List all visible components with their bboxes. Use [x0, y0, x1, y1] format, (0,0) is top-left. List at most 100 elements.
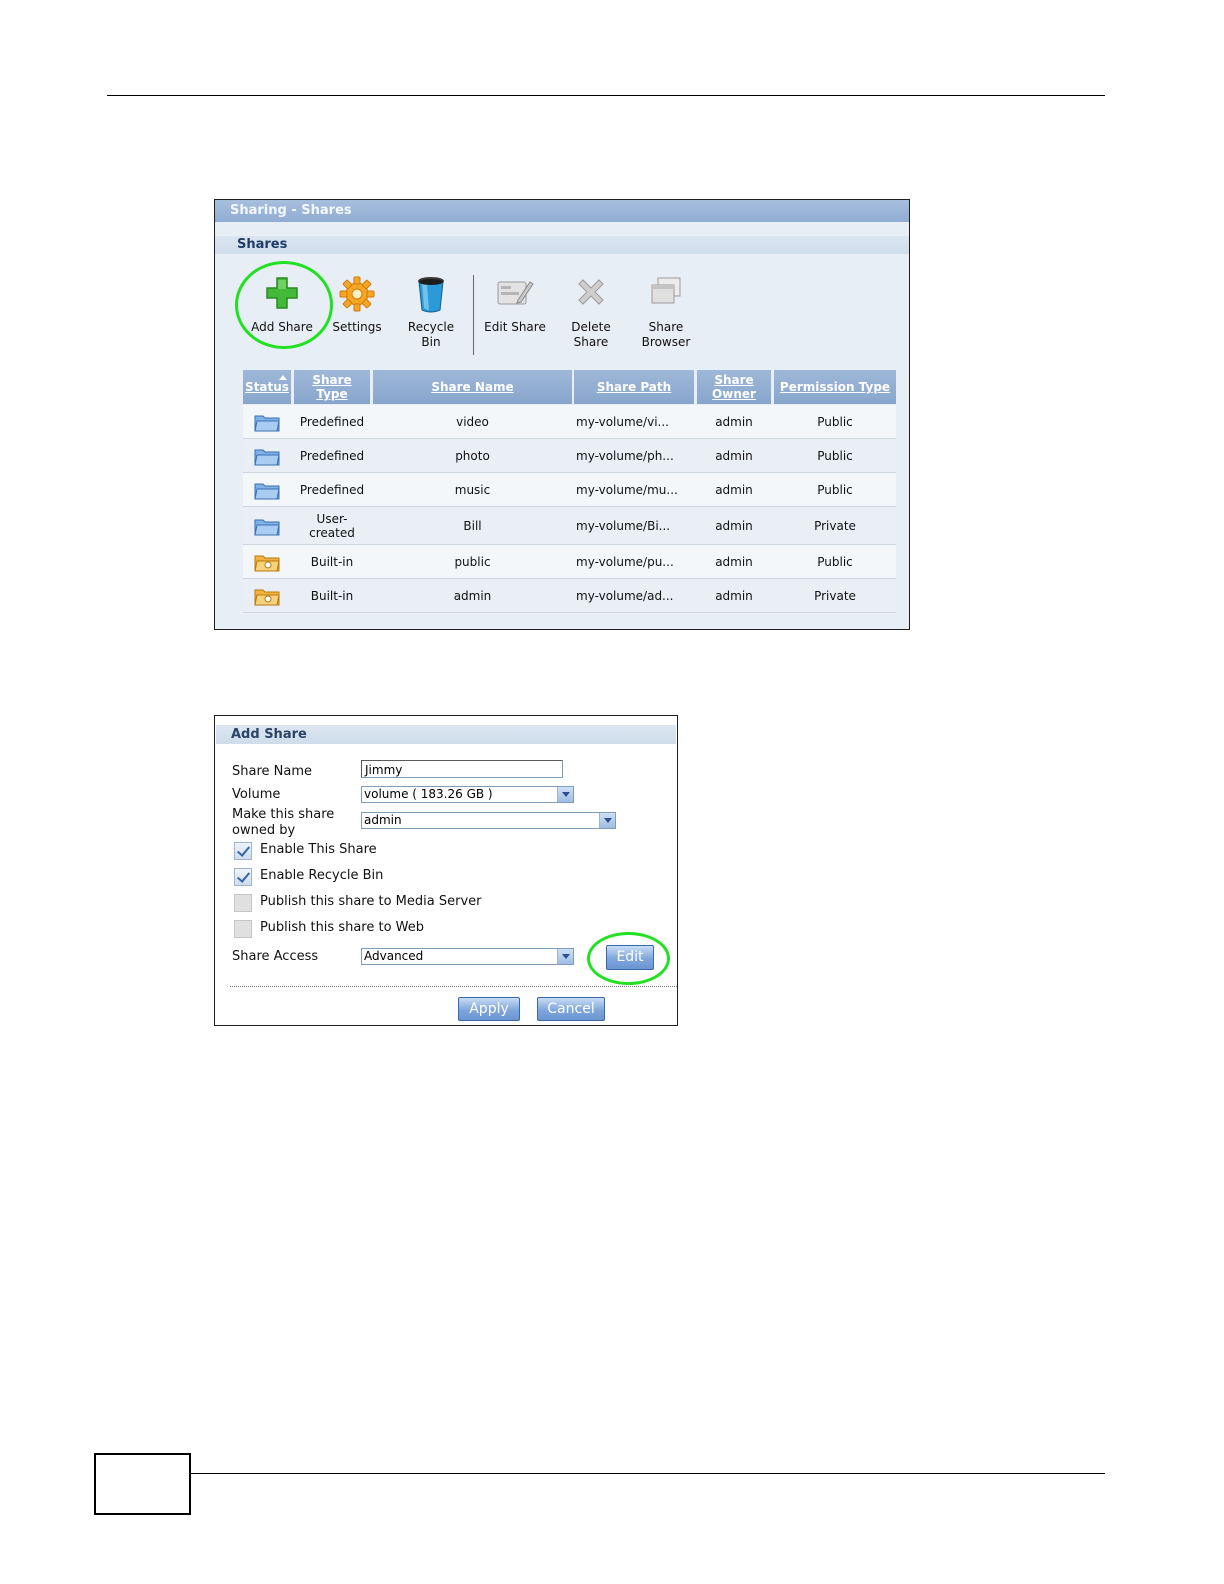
share-name-cell: public — [454, 554, 491, 569]
share-name-input[interactable]: Jimmy — [361, 760, 563, 778]
page-number-box — [94, 1453, 191, 1515]
sort-ascending-icon — [279, 375, 287, 380]
share-path-cell: my-volume/pu... — [576, 554, 674, 569]
share-name-cell: Bill — [463, 518, 482, 533]
publish-web-checkbox[interactable] — [234, 920, 252, 938]
share-path-cell: my-volume/ph... — [576, 448, 674, 463]
volume-select-value: volume ( 183.26 GB ) — [364, 787, 493, 801]
chevron-down-icon[interactable] — [557, 949, 573, 964]
add-share-title-bar: Add Share — [216, 725, 676, 744]
shares-title-bar: Sharing - Shares — [215, 200, 909, 222]
table-row[interactable]: User- created Bill my-volume/Bi... admin… — [243, 507, 896, 545]
column-header-share-path[interactable]: Share Path — [574, 370, 694, 404]
share-owner-cell: admin — [715, 588, 753, 603]
gear-icon — [339, 276, 375, 312]
share-path-cell: my-volume/mu... — [576, 482, 678, 497]
share-type-cell: Predefined — [299, 448, 365, 463]
share-type-cell: Built-in — [310, 588, 354, 603]
chevron-down-icon[interactable] — [599, 813, 615, 828]
column-header-share-name[interactable]: Share Name — [373, 370, 572, 404]
toolbar-separator — [473, 275, 474, 355]
share-type-line1: User- — [316, 511, 348, 526]
share-name-label: Share Name — [232, 764, 312, 779]
owner-select[interactable]: admin — [361, 812, 616, 829]
apply-button[interactable]: Apply — [458, 997, 520, 1021]
share-owner-cell: admin — [715, 482, 753, 497]
column-header-share-path-label: Share Path — [596, 380, 672, 394]
share-owner-cell: admin — [715, 414, 753, 429]
delete-icon — [578, 279, 604, 305]
settings-label: Settings — [332, 320, 382, 334]
add-share-highlight-ring — [235, 261, 333, 349]
share-name-cell: video — [456, 414, 489, 429]
share-type-cell: Built-in — [310, 554, 354, 569]
enable-recycle-checkbox[interactable] — [234, 868, 252, 886]
volume-select[interactable]: volume ( 183.26 GB ) — [361, 786, 574, 803]
folder-share-icon — [254, 483, 280, 499]
permission-cell: Public — [817, 448, 853, 463]
column-header-share-type[interactable]: Share Type — [294, 370, 370, 404]
form-divider — [230, 986, 677, 987]
enable-share-label: Enable This Share — [260, 842, 377, 857]
edit-share-button[interactable]: Edit Share — [479, 276, 551, 354]
table-row[interactable]: Predefined music my-volume/mu... admin P… — [243, 473, 896, 507]
share-name-cell: admin — [453, 588, 492, 603]
table-row[interactable]: Built-in public my-volume/pu... admin Pu… — [243, 545, 896, 579]
recycle-bin-button[interactable]: Recycle Bin — [399, 276, 463, 354]
table-row[interactable]: Built-in admin my-volume/ad... admin Pri… — [243, 579, 896, 613]
publish-media-label: Publish this share to Media Server — [260, 894, 482, 909]
share-name-cell: music — [454, 482, 491, 497]
recycle-bin-label: Recycle Bin — [399, 320, 463, 350]
builtin-folder-icon — [254, 589, 280, 605]
table-row[interactable]: Predefined photo my-volume/ph... admin P… — [243, 439, 896, 473]
table-row[interactable]: Predefined video my-volume/vi... admin P… — [243, 405, 896, 439]
cancel-button[interactable]: Cancel — [537, 997, 605, 1021]
recycle-bin-icon — [418, 277, 444, 313]
owner-label-line1: Make this share — [232, 807, 335, 822]
delete-share-button[interactable]: Delete Share — [561, 276, 621, 354]
share-type-cell: User- created — [294, 507, 370, 544]
share-path-cell: my-volume/ad... — [576, 588, 674, 603]
column-header-share-owner-line2: Owner — [712, 387, 756, 401]
add-share-title: Add Share — [231, 727, 307, 742]
share-owner-cell: admin — [715, 518, 753, 533]
share-path-cell: my-volume/Bi... — [576, 518, 671, 533]
permission-cell: Private — [814, 518, 856, 533]
footer-rule — [191, 1473, 1105, 1474]
share-browser-icon — [651, 277, 681, 304]
delete-share-label-line2: Share — [573, 335, 609, 349]
folder-share-icon — [254, 519, 280, 535]
publish-web-label: Publish this share to Web — [260, 920, 425, 935]
share-access-label: Share Access — [232, 949, 319, 964]
share-access-select[interactable]: Advanced — [361, 948, 574, 965]
share-owner-cell: admin — [715, 448, 753, 463]
add-share-panel: Add Share Share Name Jimmy Volume volume… — [214, 715, 678, 1026]
recycle-bin-label-line2: Bin — [421, 335, 441, 349]
share-browser-button[interactable]: Share Browser — [633, 276, 699, 354]
shares-section-title: Shares — [237, 237, 288, 252]
volume-label: Volume — [232, 787, 281, 802]
share-browser-label-line2: Browser — [641, 335, 691, 349]
owner-label: Make this share owned by — [232, 807, 334, 839]
publish-media-checkbox[interactable] — [234, 894, 252, 912]
column-header-share-owner-line1: Share — [714, 373, 754, 387]
column-header-status[interactable]: Status — [243, 370, 291, 404]
share-name-cell: photo — [455, 448, 490, 463]
folder-share-icon — [254, 449, 280, 465]
status-cell — [243, 473, 291, 506]
share-type-line2: created — [309, 525, 355, 540]
owner-label-line2: owned by — [232, 823, 296, 838]
column-header-permission-type[interactable]: Permission Type — [774, 370, 896, 404]
column-header-share-owner[interactable]: Share Owner — [697, 370, 771, 404]
column-header-share-name-label: Share Name — [431, 380, 514, 394]
owner-select-value: admin — [364, 813, 402, 827]
folder-share-icon — [254, 415, 280, 431]
shares-panel: Sharing - Shares Shares Add Share Settin… — [214, 199, 910, 630]
edit-highlight-ring — [587, 932, 670, 985]
settings-button[interactable]: Settings — [327, 276, 387, 354]
status-cell — [243, 579, 291, 612]
enable-share-checkbox[interactable] — [234, 842, 252, 860]
share-path-cell: my-volume/vi... — [576, 414, 669, 429]
delete-share-label-line1: Delete — [571, 320, 611, 334]
chevron-down-icon[interactable] — [557, 787, 573, 802]
